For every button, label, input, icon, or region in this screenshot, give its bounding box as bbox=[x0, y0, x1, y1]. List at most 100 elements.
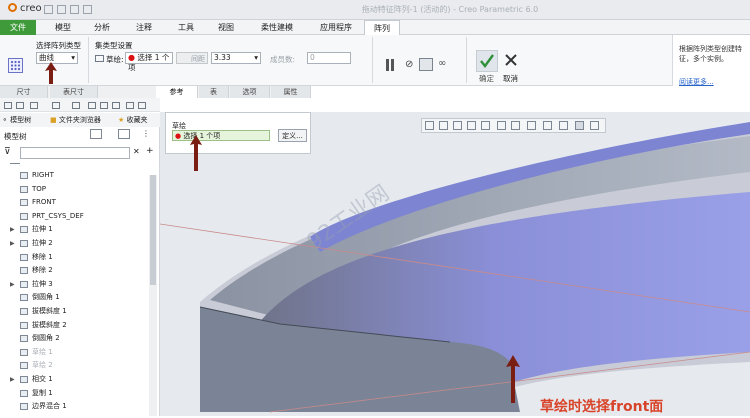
annotation-display-icon[interactable] bbox=[575, 121, 584, 130]
new-icon[interactable] bbox=[44, 5, 53, 14]
redo-icon[interactable] bbox=[52, 102, 60, 109]
member-count-input[interactable]: 0 bbox=[307, 52, 351, 64]
tree-settings-icon[interactable] bbox=[90, 129, 102, 139]
windows-icon[interactable] bbox=[88, 102, 96, 109]
geometry-preview-icon[interactable] bbox=[419, 58, 433, 71]
menu-tools[interactable]: 工具 bbox=[168, 20, 204, 35]
tree-item[interactable]: FRONT bbox=[0, 196, 150, 209]
section-icon[interactable] bbox=[481, 121, 490, 130]
tree-item[interactable]: ▶ 拉伸 3 bbox=[0, 278, 150, 291]
datum-display-icon[interactable] bbox=[559, 121, 568, 130]
tab-dimensions[interactable]: 尺寸 bbox=[0, 86, 48, 98]
tree-item[interactable]: 复制 1 bbox=[0, 387, 150, 400]
tree-item[interactable]: 草绘 2 bbox=[0, 359, 150, 372]
read-more-link[interactable]: 阅读更多... bbox=[679, 77, 714, 87]
undo-icon[interactable] bbox=[83, 5, 92, 14]
tree-item[interactable]: RIGHT bbox=[0, 169, 150, 182]
boundary-blend-icon bbox=[20, 403, 28, 411]
menu-analysis[interactable]: 分析 bbox=[84, 20, 120, 35]
menu-flexible-modeling[interactable]: 柔性建模 bbox=[253, 20, 301, 35]
tab-table[interactable]: 表 bbox=[199, 86, 229, 98]
open-icon[interactable] bbox=[57, 5, 66, 14]
undo-icon[interactable] bbox=[30, 102, 38, 109]
sketch-collector[interactable]: ● 选择 1 个项 bbox=[125, 52, 173, 72]
tree-item[interactable]: 倒圆角 2 bbox=[0, 332, 150, 345]
display-style-icon[interactable] bbox=[497, 121, 506, 130]
expand-arrow-icon[interactable]: ▶ bbox=[10, 373, 15, 386]
tree-icon: ⚬ bbox=[2, 116, 11, 124]
tab-properties[interactable]: 属性 bbox=[271, 86, 311, 98]
pause-icon[interactable] bbox=[385, 59, 395, 71]
menu-pattern[interactable]: 阵列 bbox=[364, 20, 400, 36]
tree-item[interactable]: PRT_CSYS_DEF bbox=[0, 210, 150, 223]
tree-more-icon[interactable]: ⋮ bbox=[142, 129, 150, 138]
tree-item[interactable]: ▶ 拉伸 2 bbox=[0, 237, 150, 250]
sketch-reference-collector[interactable]: ● 选择 1 个项 bbox=[172, 130, 270, 141]
perspective-icon[interactable] bbox=[543, 121, 552, 130]
tab-references[interactable]: 参考 bbox=[156, 86, 198, 98]
filter-icon[interactable]: ⊽ bbox=[4, 147, 11, 157]
view-manager-icon[interactable] bbox=[527, 121, 536, 130]
tab-folder-browser[interactable]: ■ 文件夹浏览器 bbox=[50, 115, 101, 125]
menu-file[interactable]: 文件 bbox=[0, 20, 36, 35]
copy-icon bbox=[20, 389, 28, 397]
type-group-label: 选择阵列类型 bbox=[36, 41, 81, 50]
tab-table-dimensions[interactable]: 表尺寸 bbox=[50, 86, 98, 98]
tree-search-input[interactable] bbox=[20, 147, 130, 159]
no-preview-icon[interactable]: ⊘ bbox=[405, 59, 413, 70]
expand-arrow-icon[interactable]: ▶ bbox=[10, 237, 15, 250]
clear-icon[interactable]: ✕ bbox=[133, 147, 140, 156]
menu-applications[interactable]: 应用程序 bbox=[312, 20, 360, 35]
tree-item[interactable]: ▶ 相交 1 bbox=[0, 373, 150, 386]
navigator-tabs: ⚬ 模型树 ■ 文件夹浏览器 ★ 收藏夹 bbox=[0, 113, 160, 127]
chevron-down-icon: ▾ bbox=[71, 53, 75, 62]
zoom-out-icon[interactable] bbox=[453, 121, 462, 130]
new-icon[interactable] bbox=[4, 102, 12, 109]
save-icon[interactable] bbox=[16, 102, 24, 109]
scrollbar-thumb[interactable] bbox=[150, 175, 156, 285]
expand-arrow-icon[interactable]: ▶ bbox=[10, 223, 15, 236]
close-window-icon[interactable] bbox=[100, 102, 108, 109]
tree-item[interactable]: 边界混合 1 bbox=[0, 400, 150, 413]
tree-item[interactable]: 拔模斜度 1 bbox=[0, 305, 150, 318]
spin-center-icon[interactable] bbox=[590, 121, 599, 130]
repaint-icon[interactable] bbox=[467, 121, 476, 130]
add-icon[interactable]: + bbox=[146, 146, 154, 156]
regenerate-icon[interactable] bbox=[72, 102, 80, 109]
tree-item[interactable]: TOP bbox=[0, 183, 150, 196]
tree-item[interactable]: 草绘 1 bbox=[0, 346, 150, 359]
list-icon[interactable] bbox=[138, 102, 146, 109]
cancel-button[interactable] bbox=[501, 50, 521, 72]
round-icon bbox=[20, 335, 28, 343]
tree-item[interactable]: ▶ 拉伸 1 bbox=[0, 223, 150, 236]
define-button[interactable]: 定义... bbox=[278, 129, 307, 142]
tab-options[interactable]: 选项 bbox=[230, 86, 270, 98]
tree-item[interactable]: 移除 1 bbox=[0, 251, 150, 264]
tree-item[interactable]: 移除 2 bbox=[0, 264, 150, 277]
verify-glasses-icon[interactable]: ∞ bbox=[438, 58, 446, 69]
settings-icon[interactable] bbox=[126, 102, 134, 109]
tree-item[interactable]: 拔模斜度 2 bbox=[0, 319, 150, 332]
tree-item[interactable]: 倒圆角 1 bbox=[0, 291, 150, 304]
tree-scrollbar[interactable] bbox=[149, 175, 157, 416]
save-icon[interactable] bbox=[70, 5, 79, 14]
tab-favorites[interactable]: ★ 收藏夹 bbox=[118, 115, 148, 125]
tab-model-tree[interactable]: ⚬ 模型树 bbox=[2, 115, 31, 125]
saved-views-icon[interactable] bbox=[511, 121, 520, 130]
menu-annotate[interactable]: 注释 bbox=[126, 20, 162, 35]
menu-view[interactable]: 视图 bbox=[208, 20, 244, 35]
refit-icon[interactable] bbox=[425, 121, 434, 130]
display-icon[interactable] bbox=[112, 102, 120, 109]
menu-model[interactable]: 模型 bbox=[45, 20, 81, 35]
spacing-button[interactable]: 间距 bbox=[176, 52, 208, 64]
help-text: 根据阵列类型创建特征，多个实例。 bbox=[679, 45, 742, 63]
expand-arrow-icon[interactable]: ▶ bbox=[10, 278, 15, 291]
pattern-type-value: 曲线 bbox=[39, 53, 54, 62]
extrude-icon bbox=[20, 240, 28, 247]
graphics-viewport[interactable] bbox=[159, 112, 750, 416]
tree-show-icon[interactable] bbox=[118, 129, 130, 139]
model-tree-title: 模型树 bbox=[4, 132, 27, 141]
zoom-in-icon[interactable] bbox=[439, 121, 448, 130]
ok-button[interactable] bbox=[476, 50, 498, 72]
spacing-input[interactable]: 3.33 ▾ bbox=[211, 52, 261, 64]
